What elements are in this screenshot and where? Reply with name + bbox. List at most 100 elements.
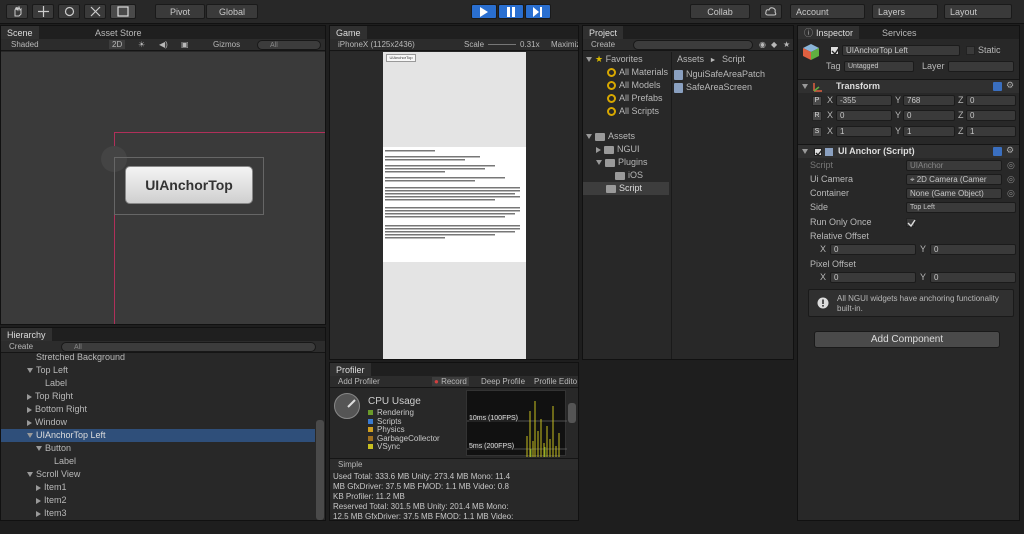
tree-script[interactable]: Script bbox=[583, 182, 669, 195]
tree-favorites[interactable]: ★ Favorites bbox=[583, 53, 669, 66]
file-item[interactable]: NguiSafeAreaPatch bbox=[672, 68, 793, 81]
position-x-input[interactable]: -355 bbox=[836, 95, 892, 106]
hierarchy-item[interactable]: Bottom Right bbox=[1, 403, 315, 416]
layer-dropdown[interactable] bbox=[948, 61, 1014, 72]
tree-fav-models[interactable]: All Models bbox=[583, 79, 669, 92]
collapse-arrow-icon[interactable] bbox=[27, 393, 32, 400]
record-button[interactable]: ● Record bbox=[432, 377, 469, 386]
rotation-y-input[interactable]: 0 bbox=[903, 110, 955, 121]
scale-slider[interactable] bbox=[488, 44, 516, 45]
tab-scene[interactable]: Scene bbox=[1, 26, 39, 39]
tree-plugins[interactable]: Plugins bbox=[583, 156, 669, 169]
tab-hierarchy[interactable]: Hierarchy bbox=[1, 328, 52, 341]
hierarchy-item[interactable]: UIAnchorTop Left bbox=[1, 429, 315, 442]
tab-asset-store[interactable]: Asset Store bbox=[89, 26, 148, 39]
add-profiler-dropdown[interactable]: Add Profiler bbox=[338, 377, 380, 386]
breadcrumb-script[interactable]: Script bbox=[722, 54, 745, 64]
hierarchy-create-dropdown[interactable]: Create bbox=[9, 342, 33, 351]
pixel-offset-y-input[interactable]: 0 bbox=[930, 272, 1016, 283]
tab-game[interactable]: Game bbox=[330, 26, 367, 39]
layout-dropdown[interactable]: Layout bbox=[944, 4, 1012, 19]
tree-ios[interactable]: iOS bbox=[583, 169, 669, 182]
position-y-input[interactable]: 768 bbox=[903, 95, 955, 106]
ui-anchor-header[interactable]: UI Anchor (Script) ⚙ bbox=[798, 144, 1019, 158]
hierarchy-item[interactable]: Button bbox=[1, 442, 315, 455]
container-field[interactable]: None (Game Object) bbox=[906, 188, 1002, 199]
profiler-scrollbar[interactable] bbox=[568, 403, 576, 423]
hierarchy-scrollbar[interactable] bbox=[316, 420, 324, 520]
hierarchy-item[interactable]: Item3 bbox=[1, 507, 315, 520]
mode-2d-button[interactable]: 2D bbox=[109, 40, 126, 49]
game-screen[interactable]: UIAnchorTop bbox=[383, 52, 526, 359]
expand-arrow-icon[interactable] bbox=[27, 433, 33, 439]
scale-y-input[interactable]: 1 bbox=[903, 126, 955, 137]
object-picker-icon[interactable]: ◎ bbox=[1007, 160, 1015, 171]
settings-gear-icon[interactable]: ⚙ bbox=[1006, 80, 1014, 91]
hand-tool-button[interactable] bbox=[6, 4, 28, 19]
settings-gear-icon[interactable]: ⚙ bbox=[1006, 145, 1014, 156]
game-button[interactable]: UIAnchorTop bbox=[386, 54, 416, 62]
hierarchy-item[interactable]: Stretched Background bbox=[1, 351, 315, 364]
breadcrumb-assets[interactable]: Assets bbox=[677, 54, 704, 64]
pause-button[interactable] bbox=[498, 4, 524, 19]
tab-inspector[interactable]: ⓘ Inspector bbox=[798, 26, 860, 39]
project-search-input[interactable] bbox=[633, 40, 753, 50]
collapse-arrow-icon[interactable] bbox=[27, 406, 32, 413]
add-component-button[interactable]: Add Component bbox=[814, 331, 1000, 348]
deep-profile-button[interactable]: Deep Profile bbox=[481, 377, 525, 386]
hierarchy-item[interactable]: Item2 bbox=[1, 494, 315, 507]
rect-tool-button[interactable] bbox=[110, 4, 136, 19]
tree-ngui[interactable]: NGUI bbox=[583, 143, 669, 156]
cpu-legend-item[interactable]: VSync bbox=[368, 442, 400, 451]
play-button[interactable] bbox=[471, 4, 497, 19]
gizmos-dropdown[interactable]: Gizmos bbox=[213, 40, 240, 49]
object-picker-icon[interactable]: ◎ bbox=[1007, 188, 1015, 199]
device-dropdown[interactable]: iPhoneX (1125x2436) bbox=[338, 40, 415, 49]
cloud-button[interactable] bbox=[760, 4, 782, 19]
relative-offset-x-input[interactable]: 0 bbox=[830, 244, 916, 255]
tree-assets[interactable]: Assets bbox=[583, 130, 669, 143]
pivot-button[interactable]: Pivot bbox=[155, 4, 205, 19]
hierarchy-item[interactable]: Item1 bbox=[1, 481, 315, 494]
tree-fav-prefabs[interactable]: All Prefabs bbox=[583, 92, 669, 105]
expand-arrow-icon[interactable] bbox=[27, 472, 33, 478]
tab-project[interactable]: Project bbox=[583, 26, 624, 39]
hierarchy-item[interactable]: Label bbox=[1, 455, 315, 468]
layers-dropdown[interactable]: Layers bbox=[872, 4, 938, 19]
profile-editor-button[interactable]: Profile Edito bbox=[534, 377, 577, 386]
account-dropdown[interactable]: Account bbox=[790, 4, 865, 19]
hierarchy-item[interactable]: Label bbox=[1, 377, 315, 390]
collapse-arrow-icon[interactable] bbox=[36, 497, 41, 504]
tree-fav-scripts[interactable]: All Scripts bbox=[583, 105, 669, 118]
object-name-input[interactable]: UIAnchorTop Left bbox=[842, 45, 960, 56]
run-once-checkbox[interactable] bbox=[906, 218, 916, 228]
light-icon[interactable]: ☀ bbox=[138, 40, 145, 49]
global-button[interactable]: Global bbox=[206, 4, 258, 19]
position-z-input[interactable]: 0 bbox=[966, 95, 1016, 106]
hierarchy-item[interactable]: Top Left bbox=[1, 364, 315, 377]
help-icon[interactable] bbox=[993, 147, 1002, 156]
scale-label[interactable]: S bbox=[812, 127, 822, 137]
scale-x-input[interactable]: 1 bbox=[836, 126, 892, 137]
pixel-offset-x-input[interactable]: 0 bbox=[830, 272, 916, 283]
step-button[interactable] bbox=[525, 4, 551, 19]
static-checkbox[interactable] bbox=[966, 46, 975, 55]
help-icon[interactable] bbox=[993, 82, 1002, 91]
memory-mode-dropdown[interactable]: Simple bbox=[338, 460, 362, 469]
scale-tool-button[interactable] bbox=[84, 4, 106, 19]
scale-z-input[interactable]: 1 bbox=[966, 126, 1016, 137]
filter-label-icon[interactable]: ◆ bbox=[771, 40, 777, 49]
scene-widget-button[interactable]: UIAnchorTop bbox=[125, 166, 253, 204]
move-tool-button[interactable] bbox=[32, 4, 54, 19]
scene-viewport[interactable]: UIAnchorTop bbox=[1, 52, 325, 324]
hierarchy-item[interactable]: Window bbox=[1, 416, 315, 429]
scene-search-input[interactable]: All bbox=[257, 40, 321, 50]
audio-icon[interactable]: ◀) bbox=[159, 40, 168, 49]
tag-dropdown[interactable]: Untagged bbox=[844, 61, 914, 72]
expand-arrow-icon[interactable] bbox=[36, 446, 42, 452]
hierarchy-item[interactable]: Scroll View bbox=[1, 468, 315, 481]
collapse-arrow-icon[interactable] bbox=[36, 510, 41, 517]
favorite-star-icon[interactable]: ★ bbox=[783, 40, 790, 49]
transform-header[interactable]: Transform ⚙ bbox=[798, 79, 1019, 93]
object-picker-icon[interactable]: ◎ bbox=[1007, 174, 1015, 185]
